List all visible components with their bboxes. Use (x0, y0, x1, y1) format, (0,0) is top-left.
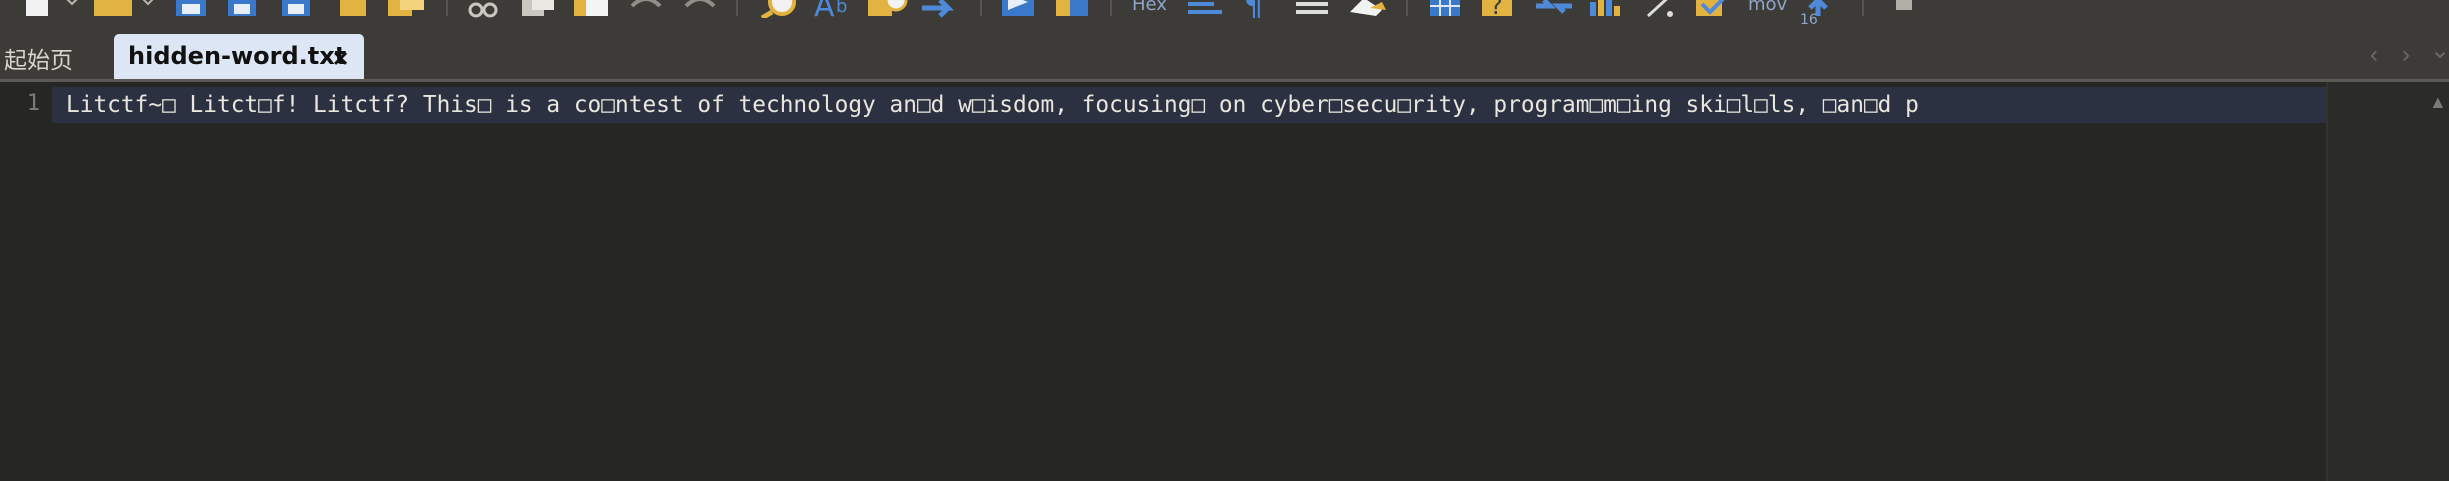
goto-icon[interactable] (920, 0, 964, 18)
replace-icon[interactable]: Ab (812, 0, 856, 18)
vertical-scrollbar[interactable]: ▲ (2326, 82, 2449, 481)
chevron-down-icon[interactable] (140, 0, 156, 32)
tab-label: hidden-word.txt (128, 42, 347, 70)
find-icon[interactable] (758, 0, 802, 18)
show-symbols-icon[interactable]: ¶ (1242, 0, 1272, 18)
svg-text:A: A (814, 0, 835, 18)
tab-start-page[interactable]: 起始页 (4, 41, 73, 75)
close-icon[interactable]: × (333, 43, 348, 74)
paste-icon[interactable] (572, 0, 612, 18)
hex-icon[interactable]: Hex (1132, 0, 1167, 15)
word-wrap-icon[interactable] (1186, 0, 1226, 18)
svg-text:¶: ¶ (1244, 0, 1263, 18)
scroll-up-icon[interactable]: ▲ (2429, 92, 2447, 113)
paste-clipboard-icon[interactable] (336, 0, 372, 18)
toolbar: Ab Hex ¶ ? mov 16 (0, 0, 2449, 34)
cloud-upload-icon[interactable]: 16 (1800, 0, 1840, 26)
tab-bar: 起始页 hidden-word.txt × ‹ › ⌄ (0, 34, 2449, 82)
redo-icon[interactable] (680, 0, 720, 18)
save-all-icon[interactable] (226, 0, 264, 18)
svg-text:b: b (836, 0, 847, 17)
new-file-icon[interactable] (20, 0, 56, 18)
copy-icon[interactable] (520, 0, 556, 18)
sync-scroll-icon[interactable] (1532, 0, 1576, 18)
chart-icon[interactable] (1586, 0, 1630, 18)
find-in-files-icon[interactable] (866, 0, 910, 18)
mov-icon[interactable]: mov (1748, 0, 1787, 15)
cut-icon[interactable] (466, 0, 500, 18)
counter-label: 16 (1800, 12, 1818, 26)
chevron-down-icon[interactable] (64, 0, 80, 32)
macro-icon[interactable] (1000, 0, 1040, 18)
indent-guide-icon[interactable] (1294, 0, 1334, 18)
math-icon[interactable] (1642, 0, 1682, 18)
check-icon[interactable] (1694, 0, 1738, 18)
macro-run-icon[interactable] (1054, 0, 1094, 18)
tab-hidden-word-txt[interactable]: hidden-word.txt × (114, 34, 364, 79)
chevron-left-icon[interactable]: ‹ (2370, 41, 2378, 69)
save-as-icon[interactable] (278, 0, 316, 18)
line-number-gutter: 1 (0, 82, 52, 481)
copy-files-icon[interactable] (386, 0, 426, 18)
line-number: 1 (26, 91, 40, 116)
undo-icon[interactable] (626, 0, 666, 18)
eraser-icon[interactable] (1346, 0, 1390, 18)
stop-icon[interactable] (1896, 0, 1916, 30)
svg-text:?: ? (1490, 0, 1503, 18)
save-icon[interactable] (174, 0, 208, 18)
help-icon[interactable]: ? (1480, 0, 1520, 18)
code-line[interactable]: Litctf~□ Litct□f! Litctf? This□ is a co□… (66, 91, 2321, 119)
chevron-right-icon[interactable]: › (2402, 41, 2410, 69)
editor-area[interactable]: 1 Litctf~□ Litct□f! Litctf? This□ is a c… (0, 82, 2449, 481)
tab-list-chevron-icon[interactable]: ⌄ (2430, 36, 2449, 65)
column-mode-icon[interactable] (1428, 0, 1464, 18)
open-folder-icon[interactable] (92, 0, 136, 18)
